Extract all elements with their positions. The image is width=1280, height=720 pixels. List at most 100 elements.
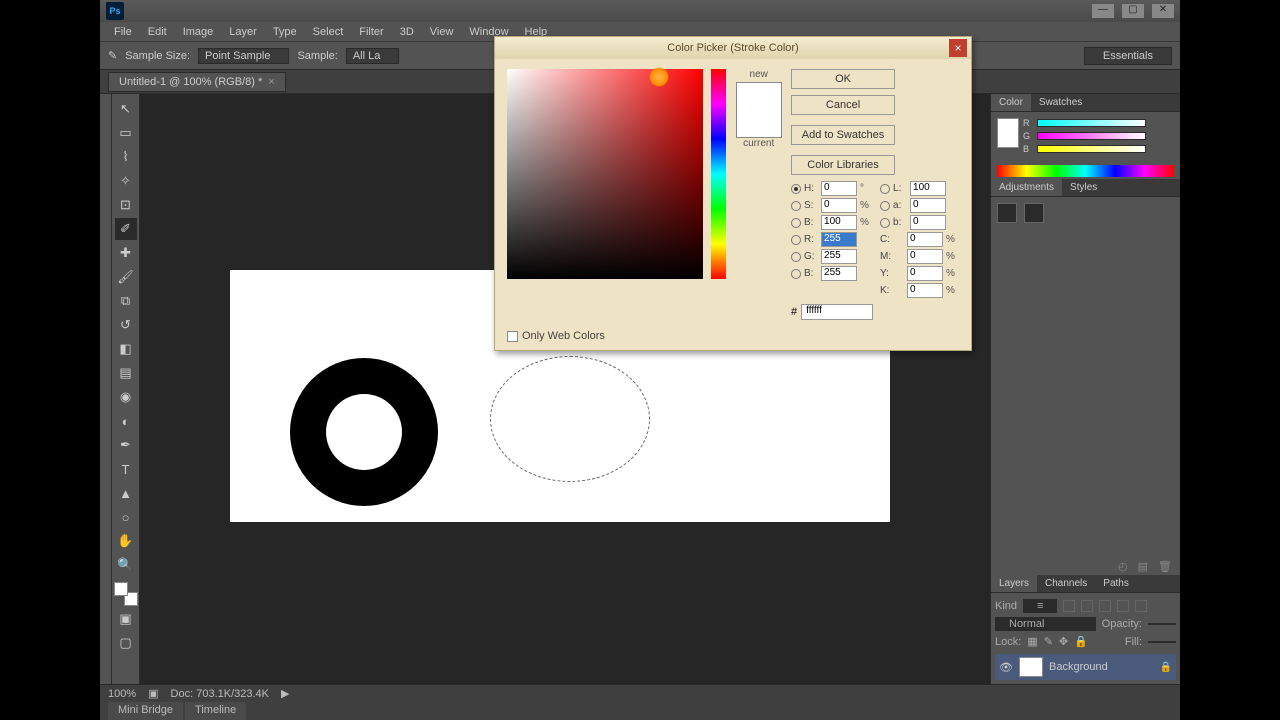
tab-channels[interactable]: Channels	[1037, 575, 1095, 592]
status-doc-size[interactable]: Doc: 703.1K/323.4K	[171, 688, 269, 700]
fill-input[interactable]	[1148, 641, 1176, 643]
only-web-colors-checkbox[interactable]	[507, 331, 518, 342]
status-zoom[interactable]: 100%	[108, 688, 136, 700]
dialog-close-button[interactable]: ×	[949, 39, 967, 57]
marquee-tool[interactable]: ▭	[115, 122, 137, 144]
tab-timeline[interactable]: Timeline	[185, 702, 246, 720]
radio-h[interactable]	[791, 184, 801, 194]
tab-mini-bridge[interactable]: Mini Bridge	[108, 702, 183, 720]
hex-input[interactable]: ffffff	[801, 304, 873, 320]
filter-type-icon[interactable]	[1099, 600, 1111, 612]
s-input[interactable]: 0	[821, 198, 857, 213]
radio-r[interactable]	[791, 235, 801, 245]
filter-shape-icon[interactable]	[1117, 600, 1129, 612]
l-input[interactable]: 100	[910, 181, 946, 196]
dodge-tool[interactable]: ◐	[115, 410, 137, 432]
lasso-tool[interactable]: ⌇	[115, 146, 137, 168]
path-select-tool[interactable]: ▲	[115, 482, 137, 504]
radio-s[interactable]	[791, 201, 801, 211]
menu-3d[interactable]: 3D	[392, 24, 422, 40]
close-button[interactable]: ✕	[1152, 4, 1174, 18]
r-input[interactable]: 255	[821, 232, 857, 247]
bv-input[interactable]: 100	[821, 215, 857, 230]
stamp-tool[interactable]: ⧉	[115, 290, 137, 312]
cancel-button[interactable]: Cancel	[791, 95, 895, 115]
blur-tool[interactable]: ◉	[115, 386, 137, 408]
pen-tool[interactable]: ✒	[115, 434, 137, 456]
tab-styles[interactable]: Styles	[1062, 179, 1105, 196]
crop-tool[interactable]: ⊡	[115, 194, 137, 216]
zoom-tool[interactable]: 🔍	[115, 554, 137, 576]
layer-thumbnail[interactable]	[1019, 657, 1043, 677]
menu-layer[interactable]: Layer	[221, 24, 265, 40]
hue-slider[interactable]	[711, 69, 726, 279]
panel-icon[interactable]: ◴	[1118, 560, 1128, 573]
slider-r[interactable]	[1037, 119, 1146, 127]
slider-b[interactable]	[1037, 145, 1146, 153]
m-input[interactable]: 0	[907, 249, 943, 264]
lock-transparent-icon[interactable]: ▦	[1027, 635, 1037, 648]
healing-tool[interactable]: ✚	[115, 242, 137, 264]
g-input[interactable]: 255	[821, 249, 857, 264]
opacity-input[interactable]	[1148, 623, 1176, 625]
close-tab-icon[interactable]: ×	[268, 76, 274, 88]
sv-cursor[interactable]	[649, 67, 669, 87]
color-libraries-button[interactable]: Color Libraries	[791, 155, 895, 175]
type-tool[interactable]: T	[115, 458, 137, 480]
menu-view[interactable]: View	[422, 24, 462, 40]
c-input[interactable]: 0	[907, 232, 943, 247]
foreground-background-color[interactable]	[114, 582, 138, 606]
lock-position-icon[interactable]: ✥	[1059, 635, 1068, 648]
radio-bv[interactable]	[791, 218, 801, 228]
lock-pixels-icon[interactable]: ✎	[1044, 635, 1053, 648]
menu-image[interactable]: Image	[175, 24, 222, 40]
tab-layers[interactable]: Layers	[991, 575, 1037, 592]
menu-filter[interactable]: Filter	[351, 24, 391, 40]
panel-icon[interactable]: 🗑	[1158, 560, 1172, 573]
visibility-icon[interactable]: 👁	[999, 661, 1013, 674]
filter-smart-icon[interactable]	[1135, 600, 1147, 612]
minimize-button[interactable]: —	[1092, 4, 1114, 18]
menu-edit[interactable]: Edit	[140, 24, 175, 40]
magic-wand-tool[interactable]: ✧	[115, 170, 137, 192]
a-input[interactable]: 0	[910, 198, 946, 213]
radio-a[interactable]	[880, 201, 890, 211]
hand-tool[interactable]: ✋	[115, 530, 137, 552]
eraser-tool[interactable]: ◧	[115, 338, 137, 360]
shape-tool[interactable]: ○	[115, 506, 137, 528]
filter-adjust-icon[interactable]	[1081, 600, 1093, 612]
sample-size-select[interactable]: Point Sample	[198, 48, 289, 64]
saturation-value-field[interactable]	[507, 69, 703, 279]
gradient-tool[interactable]: ▤	[115, 362, 137, 384]
adjustment-preset[interactable]	[997, 203, 1017, 223]
maximize-button[interactable]: ▢	[1122, 4, 1144, 18]
blend-mode-select[interactable]: Normal	[995, 617, 1096, 631]
menu-select[interactable]: Select	[305, 24, 352, 40]
status-arrow-icon[interactable]: ▶	[281, 687, 289, 700]
tab-paths[interactable]: Paths	[1095, 575, 1137, 592]
adjustment-preset[interactable]	[1024, 203, 1044, 223]
eyedropper-tool[interactable]: ✐	[115, 218, 137, 240]
radio-l[interactable]	[880, 184, 890, 194]
tab-swatches[interactable]: Swatches	[1031, 94, 1090, 111]
tab-adjustments[interactable]: Adjustments	[991, 179, 1062, 196]
document-tab[interactable]: Untitled-1 @ 100% (RGB/8) * ×	[108, 72, 286, 92]
kind-select[interactable]: ≡	[1023, 599, 1057, 613]
add-to-swatches-button[interactable]: Add to Swatches	[791, 125, 895, 145]
y-input[interactable]: 0	[907, 266, 943, 281]
color-spectrum[interactable]	[997, 165, 1174, 177]
layer-item-background[interactable]: 👁 Background 🔒	[995, 654, 1176, 680]
dialog-title[interactable]: Color Picker (Stroke Color) ×	[495, 37, 971, 59]
slider-g[interactable]	[1037, 132, 1146, 140]
filter-pixel-icon[interactable]	[1063, 600, 1075, 612]
screen-mode-toggle[interactable]: ▢	[115, 632, 137, 654]
tab-color[interactable]: Color	[991, 94, 1031, 111]
ok-button[interactable]: OK	[791, 69, 895, 89]
radio-g[interactable]	[791, 252, 801, 262]
color-fg-swatch[interactable]	[997, 118, 1019, 148]
b-input[interactable]: 0	[910, 215, 946, 230]
panel-icon[interactable]: ▤	[1138, 560, 1148, 573]
sample-select[interactable]: All La	[346, 48, 400, 64]
radio-b[interactable]	[880, 218, 890, 228]
h-input[interactable]: 0	[821, 181, 857, 196]
